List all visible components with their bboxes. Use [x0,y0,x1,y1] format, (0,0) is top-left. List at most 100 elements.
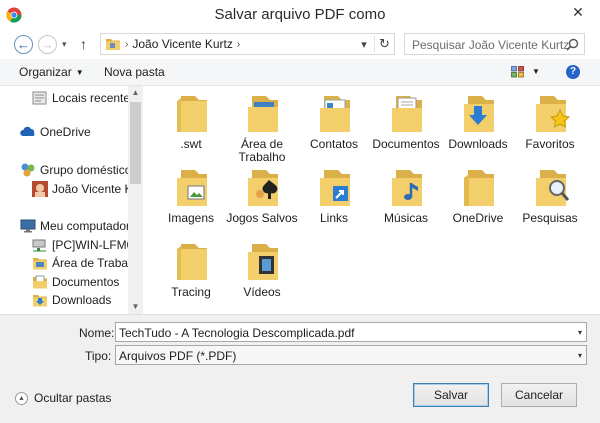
back-arrow-icon: ← [14,34,33,54]
search-placeholder: Pesquisar João Vicente Kurtz [412,38,570,52]
hide-folders-button[interactable]: ▲ Ocultar pastas [15,391,111,405]
file-item-favorites[interactable]: Favoritos [514,92,586,151]
user-folder-icon [106,39,120,50]
organize-label: Organizar [19,65,72,79]
file-label: Downloads [448,137,508,151]
file-item-music[interactable]: Músicas [370,166,442,225]
close-button[interactable]: ✕ [568,2,588,22]
file-name-field[interactable]: TechTudo - A Tecnologia Descomplicada.pd… [115,322,587,342]
breadcrumb-chevron-icon[interactable]: › [237,39,240,50]
sidebar-item-homegroup[interactable]: Grupo doméstico [20,161,131,179]
file-label: OneDrive [452,211,504,225]
documents-folder-icon [392,96,422,132]
sidebar-item-downloads[interactable]: Downloads [32,291,111,309]
folder-icon [177,244,207,280]
file-name-value: TechTudo - A Tecnologia Descomplicada.pd… [119,326,355,340]
scroll-up-icon[interactable]: ▲ [128,86,143,100]
breadcrumb-current[interactable]: João Vicente Kurtz [132,37,233,51]
file-label: Tracing [171,285,211,299]
sidebar-scrollbar[interactable]: ▲ ▼ [128,86,143,314]
change-view-icon[interactable] [511,66,524,78]
file-label: Favoritos [525,137,575,151]
file-type-select[interactable]: Arquivos PDF (*.PDF) ▾ [115,345,587,365]
desktop-folder-icon [33,258,47,270]
save-button[interactable]: Salvar [413,383,489,407]
file-item-contacts[interactable]: Contatos [298,92,370,151]
address-bar-controls: ▾ ↻ [354,34,394,54]
forward-arrow-icon: → [38,34,57,54]
address-bar[interactable]: › João Vicente Kurtz › ▾ ↻ [100,33,395,55]
network-drive-icon [32,239,46,252]
file-label: Músicas [383,211,428,225]
user-avatar-icon [32,181,48,197]
music-folder-icon [392,170,422,206]
file-label: Links [319,211,348,225]
sidebar-item-network-drive[interactable]: [PC]WIN-LFM0TI [32,236,143,254]
file-type-label: Tipo: [85,349,112,363]
file-item-tracing[interactable]: Tracing [155,240,227,299]
sidebar-item-desktop[interactable]: Área de Trabalho [32,254,143,272]
address-dropdown-button[interactable]: ▾ [354,38,374,51]
sidebar-item-label: OneDrive [40,125,91,139]
file-label: Documentos [372,137,440,151]
command-toolbar: Organizar ▼ Nova pasta ▼ ? [0,59,600,86]
recent-places-icon [32,91,47,105]
help-icon[interactable]: ? [566,65,580,79]
new-folder-button[interactable]: Nova pasta [104,65,165,79]
computer-icon [20,219,36,233]
onedrive-folder-icon [464,170,494,206]
file-name-label: Nome: [79,326,115,340]
file-type-value: Arquivos PDF (*.PDF) [119,349,237,363]
forward-button[interactable]: → [38,34,57,54]
sidebar-item-label: Meu computador [40,219,131,233]
file-label: Jogos Salvos [226,211,298,225]
back-button[interactable]: ← [14,34,33,54]
file-list: .swt Área de Trabalho Contatos Documento… [143,86,600,314]
homegroup-icon [21,163,35,177]
organize-button[interactable]: Organizar ▼ [19,65,84,79]
up-folder-button[interactable]: ↑ [80,34,87,54]
refresh-button[interactable]: ↻ [374,36,394,52]
folder-icon [177,96,207,132]
sidebar-item-recent-places[interactable]: Locais recentes [32,89,136,107]
sidebar-item-label: Documentos [52,275,120,289]
recent-locations-button[interactable]: ▾ [62,34,67,54]
scroll-down-icon[interactable]: ▼ [128,300,143,314]
file-label: Imagens [167,211,215,225]
contacts-folder-icon [320,96,350,132]
file-item-desktop[interactable]: Área de Trabalho [226,92,298,164]
file-label: Vídeos [243,285,281,299]
sidebar-item-label: Downloads [52,293,112,307]
file-item-videos[interactable]: Vídeos [226,240,298,299]
saved-games-folder-icon [248,170,278,206]
file-item-onedrive[interactable]: OneDrive [442,166,514,225]
file-item-saved-games[interactable]: Jogos Salvos [226,166,298,225]
view-options-caret-icon[interactable]: ▼ [532,67,540,76]
sidebar-item-computer[interactable]: Meu computador [20,217,130,235]
cancel-button[interactable]: Cancelar [501,383,577,407]
sidebar-item-documents[interactable]: Documentos [32,273,119,291]
sidebar-item-label: Grupo doméstico [40,163,132,177]
favorites-folder-icon [536,96,571,132]
links-folder-icon [320,170,350,206]
file-item-swt[interactable]: .swt [155,92,227,151]
scrollbar-thumb[interactable] [130,102,141,184]
organize-caret-icon: ▼ [75,68,84,77]
sidebar-item-onedrive[interactable]: OneDrive [20,123,91,141]
chevron-down-icon[interactable]: ▾ [578,328,582,337]
file-item-searches[interactable]: Pesquisas [514,166,586,225]
chevron-down-icon[interactable]: ▾ [578,351,582,360]
file-item-documents[interactable]: Documentos [370,92,442,151]
title-bar: Salvar arquivo PDF como ✕ [0,0,600,30]
window-title: Salvar arquivo PDF como [214,6,386,23]
save-options-panel: Nome: TechTudo - A Tecnologia Descomplic… [0,314,600,423]
navigation-pane: Locais recentes OneDrive Grupo doméstico… [0,86,143,314]
search-input[interactable]: Pesquisar João Vicente Kurtz [404,33,585,55]
file-label: Contatos [309,137,359,151]
sidebar-item-user[interactable]: João Vicente Kurtz [32,180,143,198]
file-item-pictures[interactable]: Imagens [155,166,227,225]
file-item-downloads[interactable]: Downloads [442,92,514,151]
onedrive-icon [20,126,35,136]
file-item-links[interactable]: Links [298,166,370,225]
collapse-up-icon: ▲ [15,391,28,405]
